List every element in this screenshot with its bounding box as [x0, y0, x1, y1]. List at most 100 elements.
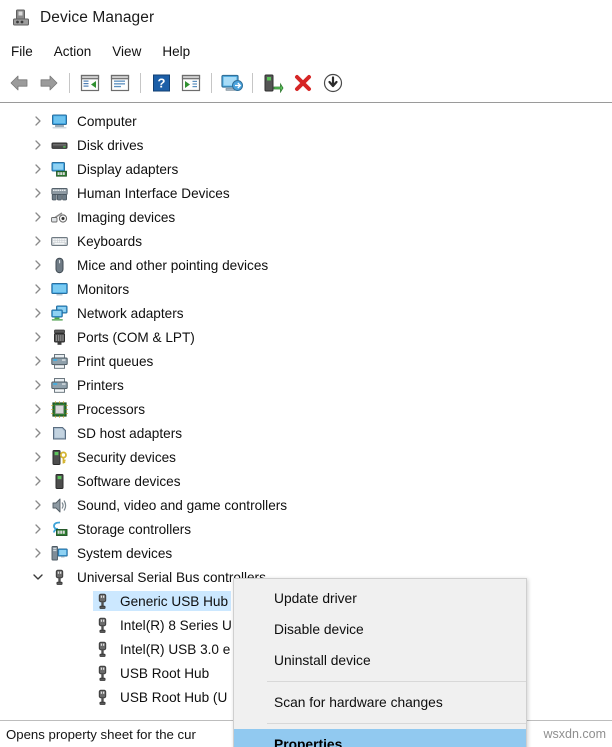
menu-bar: File Action View Help [0, 38, 612, 64]
download-circle-icon[interactable] [318, 69, 348, 97]
port-icon [51, 329, 68, 346]
chevron-right-icon[interactable] [30, 425, 46, 441]
chevron-right-icon[interactable] [30, 233, 46, 249]
tree-row-label: Human Interface Devices [77, 185, 230, 201]
tree-row-label: Intel(R) USB 3.0 e [120, 641, 231, 657]
tree-row-content: USB Root Hub (U [93, 687, 230, 707]
chevron-right-icon[interactable] [30, 161, 46, 177]
tree-row[interactable]: Processors [0, 397, 612, 421]
forward-arrow-icon[interactable] [34, 69, 64, 97]
chevron-right-icon[interactable] [30, 401, 46, 417]
tree-row-label: Network adapters [77, 305, 184, 321]
tree-row-label: Disk drives [77, 137, 144, 153]
tree-row[interactable]: Human Interface Devices [0, 181, 612, 205]
chevron-right-icon[interactable] [30, 497, 46, 513]
menu-action[interactable]: Action [54, 42, 103, 61]
tree-row[interactable]: Monitors [0, 277, 612, 301]
tree-row-label: Sound, video and game controllers [77, 497, 288, 513]
usb-icon [94, 641, 111, 658]
tree-row-content: Print queues [50, 351, 156, 371]
show-hide-console-tree-icon[interactable] [75, 69, 105, 97]
tree-row-label: Print queues [77, 353, 154, 369]
chevron-right-icon[interactable] [30, 137, 46, 153]
menu-file[interactable]: File [11, 42, 44, 61]
tree-row-content: Mice and other pointing devices [50, 255, 271, 275]
chevron-right-icon[interactable] [30, 545, 46, 561]
tree-row[interactable]: SD host adapters [0, 421, 612, 445]
context-menu-separator [267, 723, 526, 724]
chevron-right-icon[interactable] [30, 209, 46, 225]
chevron-right-icon[interactable] [30, 353, 46, 369]
tree-row[interactable]: Network adapters [0, 301, 612, 325]
tree-row-label: Mice and other pointing devices [77, 257, 269, 273]
chevron-right-icon[interactable] [30, 377, 46, 393]
ctx-properties[interactable]: Properties [234, 729, 526, 747]
keyboard-icon [51, 233, 68, 250]
tree-row[interactable]: Disk drives [0, 133, 612, 157]
tree-row[interactable]: Printers [0, 373, 612, 397]
tree-row-label: Ports (COM & LPT) [77, 329, 195, 345]
system-device-icon [51, 545, 68, 562]
chevron-right-icon[interactable] [30, 449, 46, 465]
chevron-right-icon[interactable] [30, 521, 46, 537]
tree-row[interactable]: Computer [0, 109, 612, 133]
tree-row[interactable]: Mice and other pointing devices [0, 253, 612, 277]
tree-row[interactable]: Sound, video and game controllers [0, 493, 612, 517]
tree-row[interactable]: System devices [0, 541, 612, 565]
sd-host-adapter-icon [51, 425, 68, 442]
chevron-right-icon[interactable] [30, 257, 46, 273]
chevron-down-icon[interactable] [30, 569, 46, 585]
tree-row[interactable]: Security devices [0, 445, 612, 469]
processor-icon [51, 400, 68, 418]
context-menu[interactable]: Update driver Disable device Uninstall dev… [233, 578, 527, 747]
tree-row-content: Human Interface Devices [50, 183, 233, 203]
tree-row-label: Software devices [77, 473, 181, 489]
status-text: Opens property sheet for the cur [6, 726, 196, 742]
tree-row-content: Sound, video and game controllers [50, 495, 290, 515]
tree-row-content: Imaging devices [50, 207, 178, 227]
update-driver-icon[interactable] [217, 69, 247, 97]
tree-row[interactable]: Keyboards [0, 229, 612, 253]
red-x-icon[interactable] [288, 69, 318, 97]
toolbar: ? [0, 66, 612, 100]
title-bar: Device Manager [0, 0, 612, 36]
tree-row-content: System devices [50, 543, 175, 563]
tree-row[interactable]: Storage controllers [0, 517, 612, 541]
menu-view[interactable]: View [112, 42, 152, 61]
chevron-right-icon[interactable] [30, 305, 46, 321]
toolbar-separator [140, 73, 141, 93]
help-icon[interactable]: ? [146, 69, 176, 97]
ctx-update-driver[interactable]: Update driver [234, 583, 526, 614]
tree-row[interactable]: Print queues [0, 349, 612, 373]
tree-row-label: Computer [77, 113, 137, 129]
ctx-disable-device[interactable]: Disable device [234, 614, 526, 645]
tree-row-content: Security devices [50, 447, 179, 467]
uninstall-device-icon[interactable] [258, 69, 288, 97]
chevron-right-icon[interactable] [30, 329, 46, 345]
chevron-right-icon[interactable] [30, 281, 46, 297]
tree-row-content: Keyboards [50, 231, 145, 251]
tree-row-label: Security devices [77, 449, 176, 465]
tree-row[interactable]: Ports (COM & LPT) [0, 325, 612, 349]
tree-row-label: USB Root Hub [120, 665, 210, 681]
tree-row[interactable]: Imaging devices [0, 205, 612, 229]
tree-row-content: Software devices [50, 471, 184, 491]
ctx-uninstall-device[interactable]: Uninstall device [234, 645, 526, 676]
disk-drive-icon [51, 137, 68, 154]
sound-icon [51, 497, 68, 514]
properties-icon[interactable] [105, 69, 135, 97]
chevron-right-icon[interactable] [30, 113, 46, 129]
tree-row-content: Computer [50, 111, 140, 131]
usb-icon [94, 665, 111, 682]
tree-row-label: Processors [77, 401, 145, 417]
chevron-right-icon[interactable] [30, 185, 46, 201]
back-arrow-icon[interactable] [4, 69, 34, 97]
tree-row[interactable]: Display adapters [0, 157, 612, 181]
ctx-scan-hardware-changes[interactable]: Scan for hardware changes [234, 687, 526, 718]
tree-row[interactable]: Software devices [0, 469, 612, 493]
scan-hardware-icon[interactable] [176, 69, 206, 97]
chevron-right-icon[interactable] [30, 473, 46, 489]
tree-row-content: Disk drives [50, 135, 146, 155]
menu-help[interactable]: Help [162, 42, 201, 61]
